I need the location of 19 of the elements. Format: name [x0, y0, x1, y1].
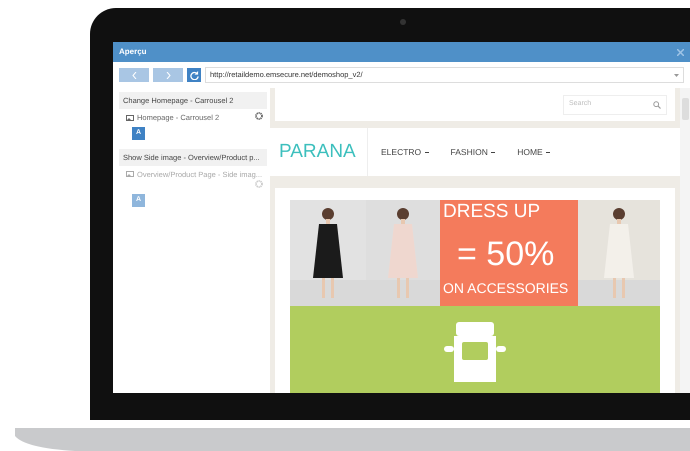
refresh-button[interactable]: [187, 68, 201, 82]
promo-text: ON ACCESSORIES: [443, 279, 570, 298]
gear-icon[interactable]: [255, 112, 263, 120]
back-button[interactable]: [119, 68, 149, 82]
promo-text: = 50%: [456, 234, 556, 275]
promo-text: DRESS UP: [443, 200, 542, 224]
window-title: Aperçu: [119, 46, 147, 58]
dropdown-icon[interactable]: [674, 74, 679, 76]
image-icon: [126, 114, 134, 121]
search-icon: [653, 100, 661, 108]
nav-menu[interactable]: HOME: [517, 146, 550, 158]
back-icon: [132, 72, 136, 78]
nav-menu[interactable]: FASHION: [450, 146, 496, 158]
image-icon: [126, 171, 134, 178]
scrollbar[interactable]: [680, 88, 690, 393]
forward-icon: [166, 72, 170, 78]
close-icon[interactable]: [677, 48, 684, 56]
nav-menu[interactable]: ELECTRO: [381, 146, 429, 158]
truck-icon: [444, 322, 506, 382]
